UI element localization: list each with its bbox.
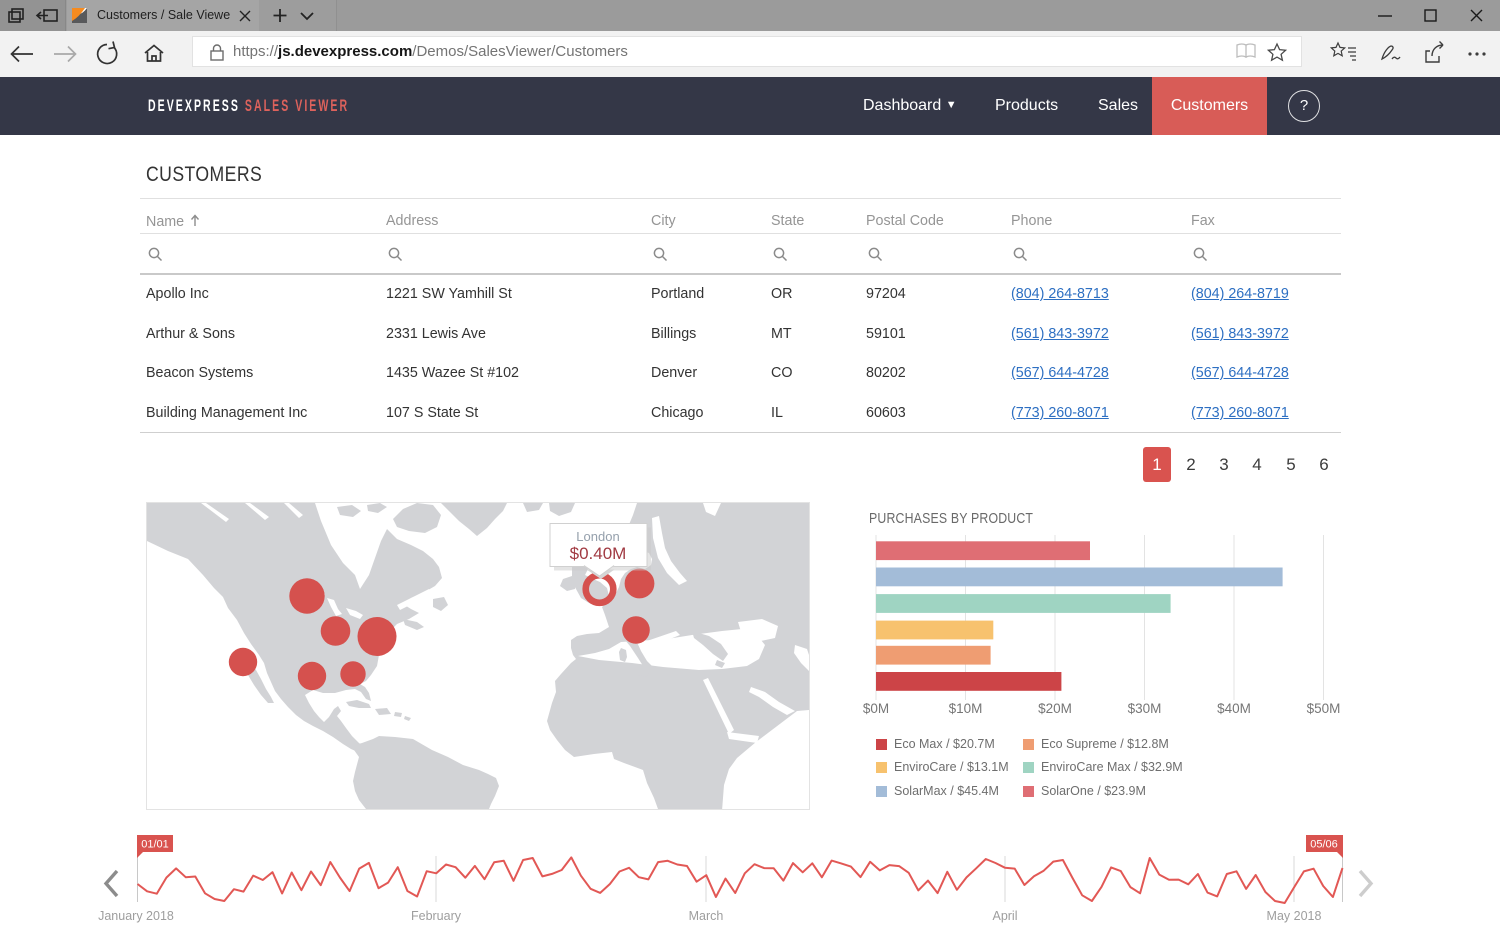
svg-text:$0.40M: $0.40M — [570, 544, 627, 563]
svg-text:London: London — [576, 529, 619, 544]
svg-text:05/06: 05/06 — [1310, 839, 1338, 851]
svg-text:February: February — [411, 909, 462, 923]
svg-text:April: April — [992, 909, 1017, 923]
svg-text:01/01: 01/01 — [141, 839, 169, 851]
svg-text:January 2018: January 2018 — [98, 909, 174, 923]
svg-text:March: March — [689, 909, 724, 923]
svg-text:May 2018: May 2018 — [1267, 909, 1322, 923]
